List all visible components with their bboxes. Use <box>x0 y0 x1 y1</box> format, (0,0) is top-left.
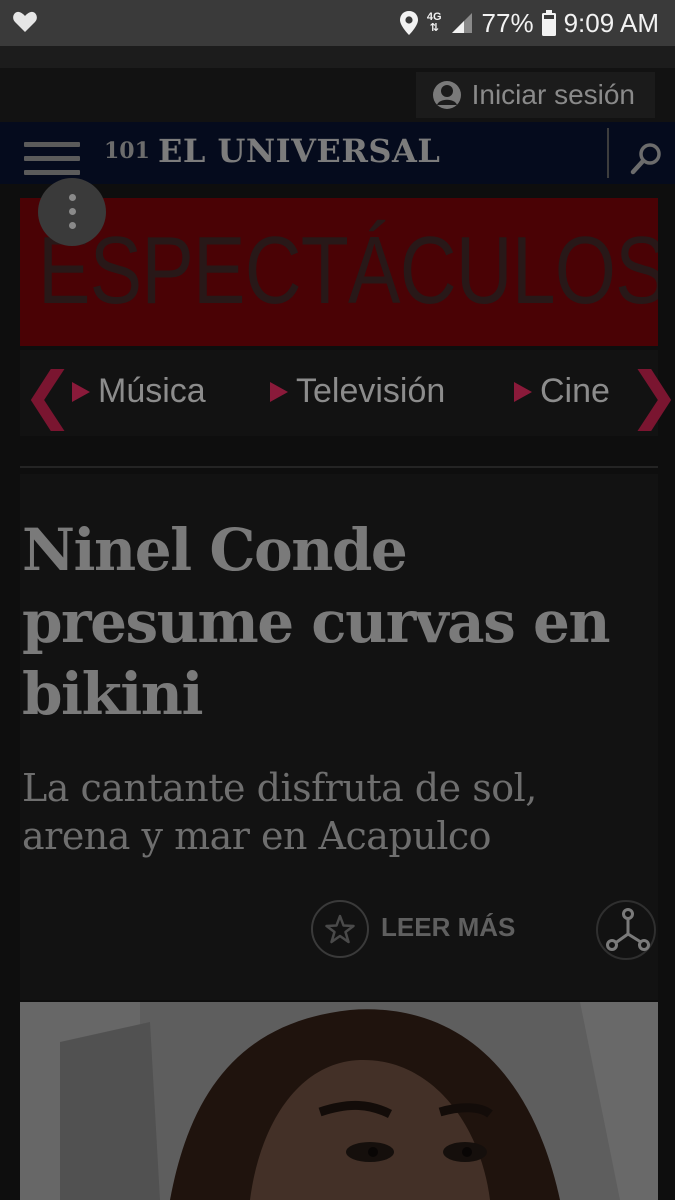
navbar-divider <box>607 128 609 178</box>
battery-icon <box>541 10 556 36</box>
divider <box>20 466 658 468</box>
subnav-item-musica[interactable]: Música <box>72 372 206 411</box>
site-logo[interactable]: 101 EL UNIVERSAL <box>104 132 440 170</box>
section-title: ESPECTÁCULOS <box>38 217 658 324</box>
read-more-link[interactable]: LEER MÁS <box>381 912 515 943</box>
subnav-item-television[interactable]: Televisión <box>270 372 445 411</box>
subnav-item-cine[interactable]: Cine <box>514 372 610 411</box>
play-icon <box>72 381 90 402</box>
network-type: 4G ⇅ <box>426 11 442 34</box>
article-headline[interactable]: Ninel Conde presume curvas en bikini <box>22 514 622 730</box>
search-icon[interactable] <box>629 140 665 176</box>
login-button[interactable]: Iniciar sesión <box>415 72 655 118</box>
login-bar: Iniciar sesión <box>0 68 675 122</box>
browser-gap <box>0 46 675 68</box>
article-subhead: La cantante disfruta de sol, arena y mar… <box>22 766 537 858</box>
menu-icon[interactable] <box>24 142 80 178</box>
subnav-item-label: Música <box>98 372 206 410</box>
battery-percent: 77% <box>481 7 534 38</box>
signal-icon <box>451 13 472 33</box>
share-button[interactable] <box>596 900 656 960</box>
location-icon <box>399 11 418 35</box>
play-icon <box>514 381 532 402</box>
star-icon <box>325 914 355 944</box>
logo-text: EL UNIVERSAL <box>157 132 441 170</box>
user-icon <box>432 81 461 109</box>
clock: 9:09 AM <box>563 7 659 38</box>
login-label: Iniciar sesión <box>471 79 635 110</box>
share-icon <box>606 908 650 951</box>
chevron-left-icon[interactable]: ❮ <box>22 364 74 426</box>
chevron-right-icon[interactable]: ❯ <box>628 364 675 426</box>
favorite-button[interactable] <box>311 900 369 958</box>
article-photo[interactable] <box>20 1002 658 1200</box>
more-options-button[interactable] <box>38 178 106 246</box>
main-navbar: 101 EL UNIVERSAL <box>0 122 675 184</box>
play-icon <box>270 381 288 402</box>
section-subnav: ❮ Música Televisión Cine ❯ <box>20 350 675 436</box>
heart-icon <box>13 11 37 33</box>
subnav-item-label: Televisión <box>296 372 446 410</box>
section-banner: ESPECTÁCULOS <box>20 198 658 346</box>
status-bar: 4G ⇅ 77% 9:09 AM <box>0 0 675 46</box>
subnav-item-label: Cine <box>540 372 610 410</box>
logo-mark: 101 <box>104 138 150 164</box>
